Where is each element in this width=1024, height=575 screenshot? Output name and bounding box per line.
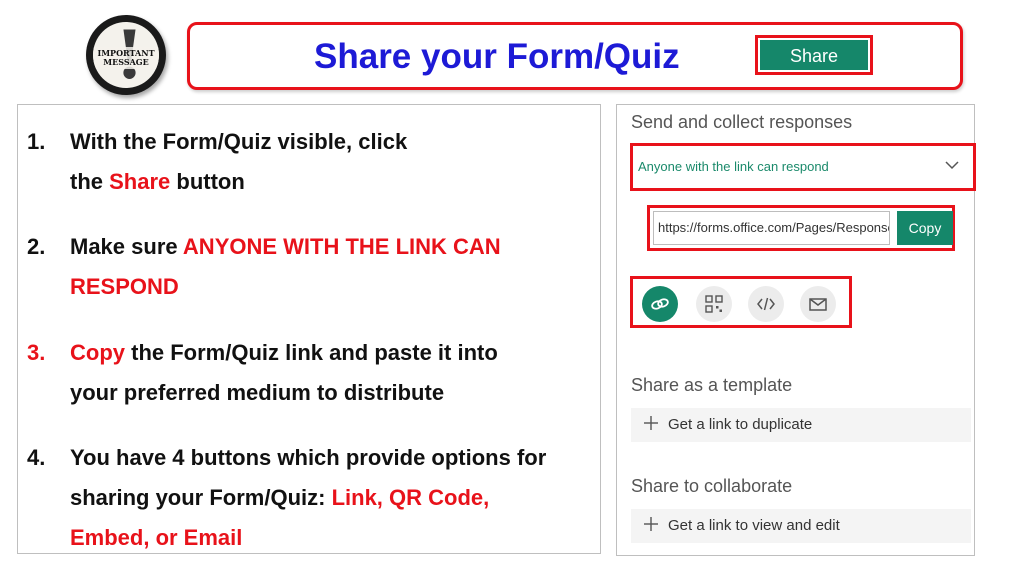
duplicate-link-label: Get a link to duplicate	[668, 416, 813, 433]
important-message-badge: ! IMPORTANTMESSAGE	[86, 15, 166, 95]
copy-button[interactable]: Copy	[897, 211, 953, 245]
response-permission-dropdown[interactable]: Anyone with the link can respond	[630, 143, 976, 191]
embed-icon[interactable]	[748, 286, 784, 322]
template-heading: Share as a template	[631, 375, 793, 395]
plus-icon	[644, 416, 658, 430]
page-title: Share your Form/Quiz	[314, 37, 680, 76]
share-link-field[interactable]: https://forms.office.com/Pages/ResponseP…	[653, 211, 890, 245]
link-row-highlight: https://forms.office.com/Pages/ResponseP…	[647, 205, 955, 251]
share-panel: Send and collect responses Anyone with t…	[616, 104, 976, 556]
title-banner: Share your Form/Quiz Share	[187, 22, 963, 90]
collaborate-heading: Share to collaborate	[631, 476, 793, 496]
collaborate-link-label: Get a link to view and edit	[668, 517, 840, 534]
collaborate-link-button[interactable]: Get a link to view and edit	[631, 509, 971, 543]
badge-label: IMPORTANT MESSAGE	[93, 47, 159, 69]
qr-code-icon[interactable]	[696, 286, 732, 322]
email-icon[interactable]	[800, 286, 836, 322]
dropdown-value: Anyone with the link can respond	[638, 159, 829, 174]
instructions-panel: 1. With the Form/Quiz visible, click the…	[17, 104, 601, 554]
duplicate-link-button[interactable]: Get a link to duplicate	[631, 408, 971, 442]
send-collect-heading: Send and collect responses	[631, 112, 853, 132]
plus-icon	[644, 517, 658, 531]
link-icon[interactable]	[642, 286, 678, 322]
share-options-highlight	[630, 276, 852, 328]
chevron-down-icon	[945, 161, 959, 170]
share-button[interactable]: Share	[760, 40, 868, 70]
share-button-highlight: Share	[755, 35, 873, 75]
